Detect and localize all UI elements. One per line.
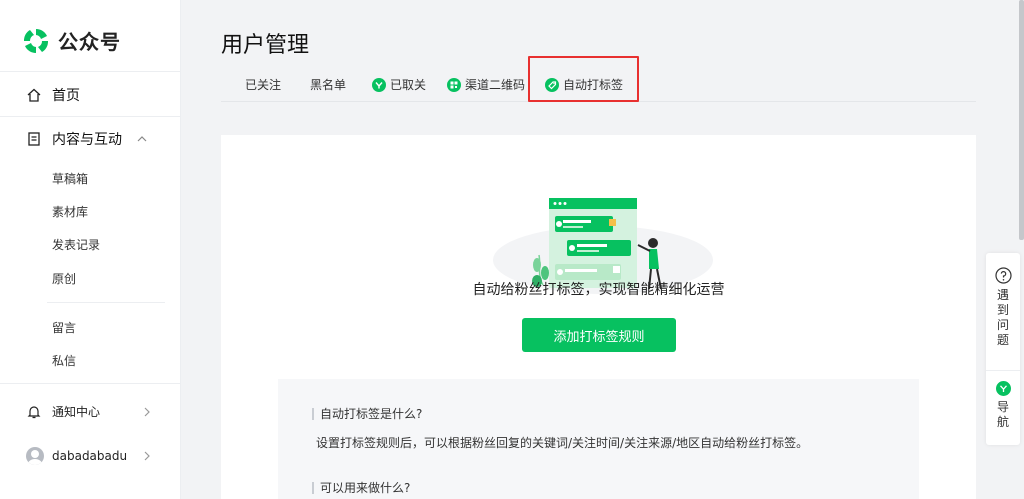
nav-content-label: 内容与互动 — [52, 132, 122, 148]
tab-label: 已取关 — [390, 78, 427, 92]
divider — [0, 116, 181, 117]
nav-drafts[interactable]: 草稿箱 — [52, 170, 88, 187]
help-char: 题 — [996, 333, 1009, 347]
nav-account[interactable]: dabadabadu — [26, 447, 166, 465]
guide-icon — [995, 381, 1011, 396]
nav-home[interactable]: 首页 — [26, 85, 80, 105]
tab-label: 渠道二维码 — [465, 78, 526, 92]
chevron-right-icon — [144, 407, 150, 416]
nav-materials[interactable]: 素材库 — [52, 203, 88, 220]
floating-help-panel: 遇 到 问 题 导 航 — [986, 253, 1020, 445]
nav-notice[interactable]: 通知中心 — [26, 403, 166, 420]
tab-channel-qrcode[interactable]: 渠道二维码 — [447, 76, 525, 93]
avatar — [26, 447, 44, 465]
sidebar: 公众号 首页 内容与互动 草稿箱 素材库 发表记录 原创 留言 私信 通知中心 … — [0, 0, 181, 499]
nav-comments[interactable]: 留言 — [52, 319, 76, 336]
divider — [0, 383, 181, 384]
help-char: 到 — [996, 303, 1009, 317]
divider — [0, 71, 181, 72]
nav-notice-label: 通知中心 — [52, 405, 101, 419]
tab-followed[interactable]: 已关注 — [245, 76, 281, 93]
chevron-right-icon — [144, 451, 150, 461]
nav-content[interactable]: 内容与互动 — [26, 129, 148, 149]
nav-publish-record[interactable]: 发表记录 — [52, 236, 100, 253]
divider — [986, 370, 1020, 371]
logo[interactable]: 公众号 — [22, 26, 121, 55]
page-scrollbar[interactable] — [1019, 0, 1024, 240]
page-title: 用户管理 — [221, 33, 310, 58]
help-char: 遇 — [996, 288, 1009, 302]
auto-tag-illustration — [493, 198, 713, 294]
tab-label: 黑名单 — [310, 78, 347, 92]
qrcode-icon — [447, 77, 461, 92]
account-name: dabadabadu — [52, 449, 128, 463]
help-button[interactable]: 遇 到 问 题 — [986, 267, 1020, 348]
faq-panel: 自动打标签是什么? 设置打标签规则后，可以根据粉丝回复的关键词/关注时间/关注来… — [278, 379, 919, 499]
auto-tag-card: 自动给粉丝打标签，实现智能精细化运营 添加打标签规则 自动打标签是什么? 设置打… — [221, 135, 976, 499]
guide-char: 航 — [996, 415, 1009, 429]
add-tag-rule-button[interactable]: 添加打标签规则 — [522, 318, 676, 352]
tab-label: 已关注 — [245, 78, 282, 92]
guide-button[interactable]: 导 航 — [986, 381, 1020, 430]
tab-unfollowed[interactable]: 已取关 — [372, 76, 426, 93]
chevron-up-icon[interactable] — [136, 133, 148, 145]
logo-text: 公众号 — [58, 30, 121, 54]
highlight-annotation — [528, 56, 639, 102]
unfollow-icon — [372, 77, 386, 92]
nav-home-label: 首页 — [52, 88, 80, 104]
nav-original[interactable]: 原创 — [52, 270, 76, 287]
headline: 自动给粉丝打标签，实现智能精细化运营 — [472, 282, 725, 298]
question-icon — [994, 267, 1012, 284]
faq-question: 可以用来做什么? — [312, 479, 410, 496]
divider — [47, 302, 165, 303]
bell-icon — [27, 405, 41, 418]
help-char: 问 — [996, 318, 1009, 332]
faq-question: 自动打标签是什么? — [312, 405, 422, 422]
faq-answer: 设置打标签规则后，可以根据粉丝回复的关键词/关注时间/关注来源/地区自动给粉丝打… — [316, 436, 809, 450]
nav-messages[interactable]: 私信 — [52, 352, 76, 369]
home-icon — [27, 88, 41, 102]
document-icon — [28, 132, 40, 146]
guide-char: 导 — [996, 400, 1009, 414]
wechat-mp-logo-icon — [23, 28, 49, 53]
tab-blacklist[interactable]: 黑名单 — [310, 76, 346, 93]
